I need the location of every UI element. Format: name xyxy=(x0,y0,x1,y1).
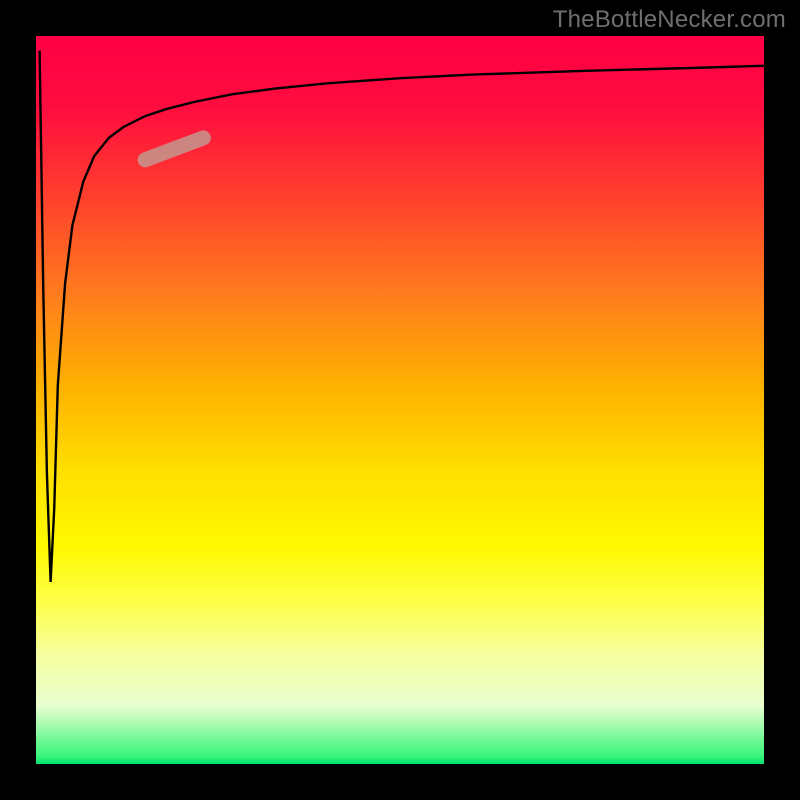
curve-layer xyxy=(36,36,764,764)
chart-container: TheBottleNecker.com xyxy=(0,0,800,800)
bottleneck-curve xyxy=(40,51,764,582)
highlight-segment xyxy=(145,138,203,160)
watermark-text: TheBottleNecker.com xyxy=(553,6,786,34)
